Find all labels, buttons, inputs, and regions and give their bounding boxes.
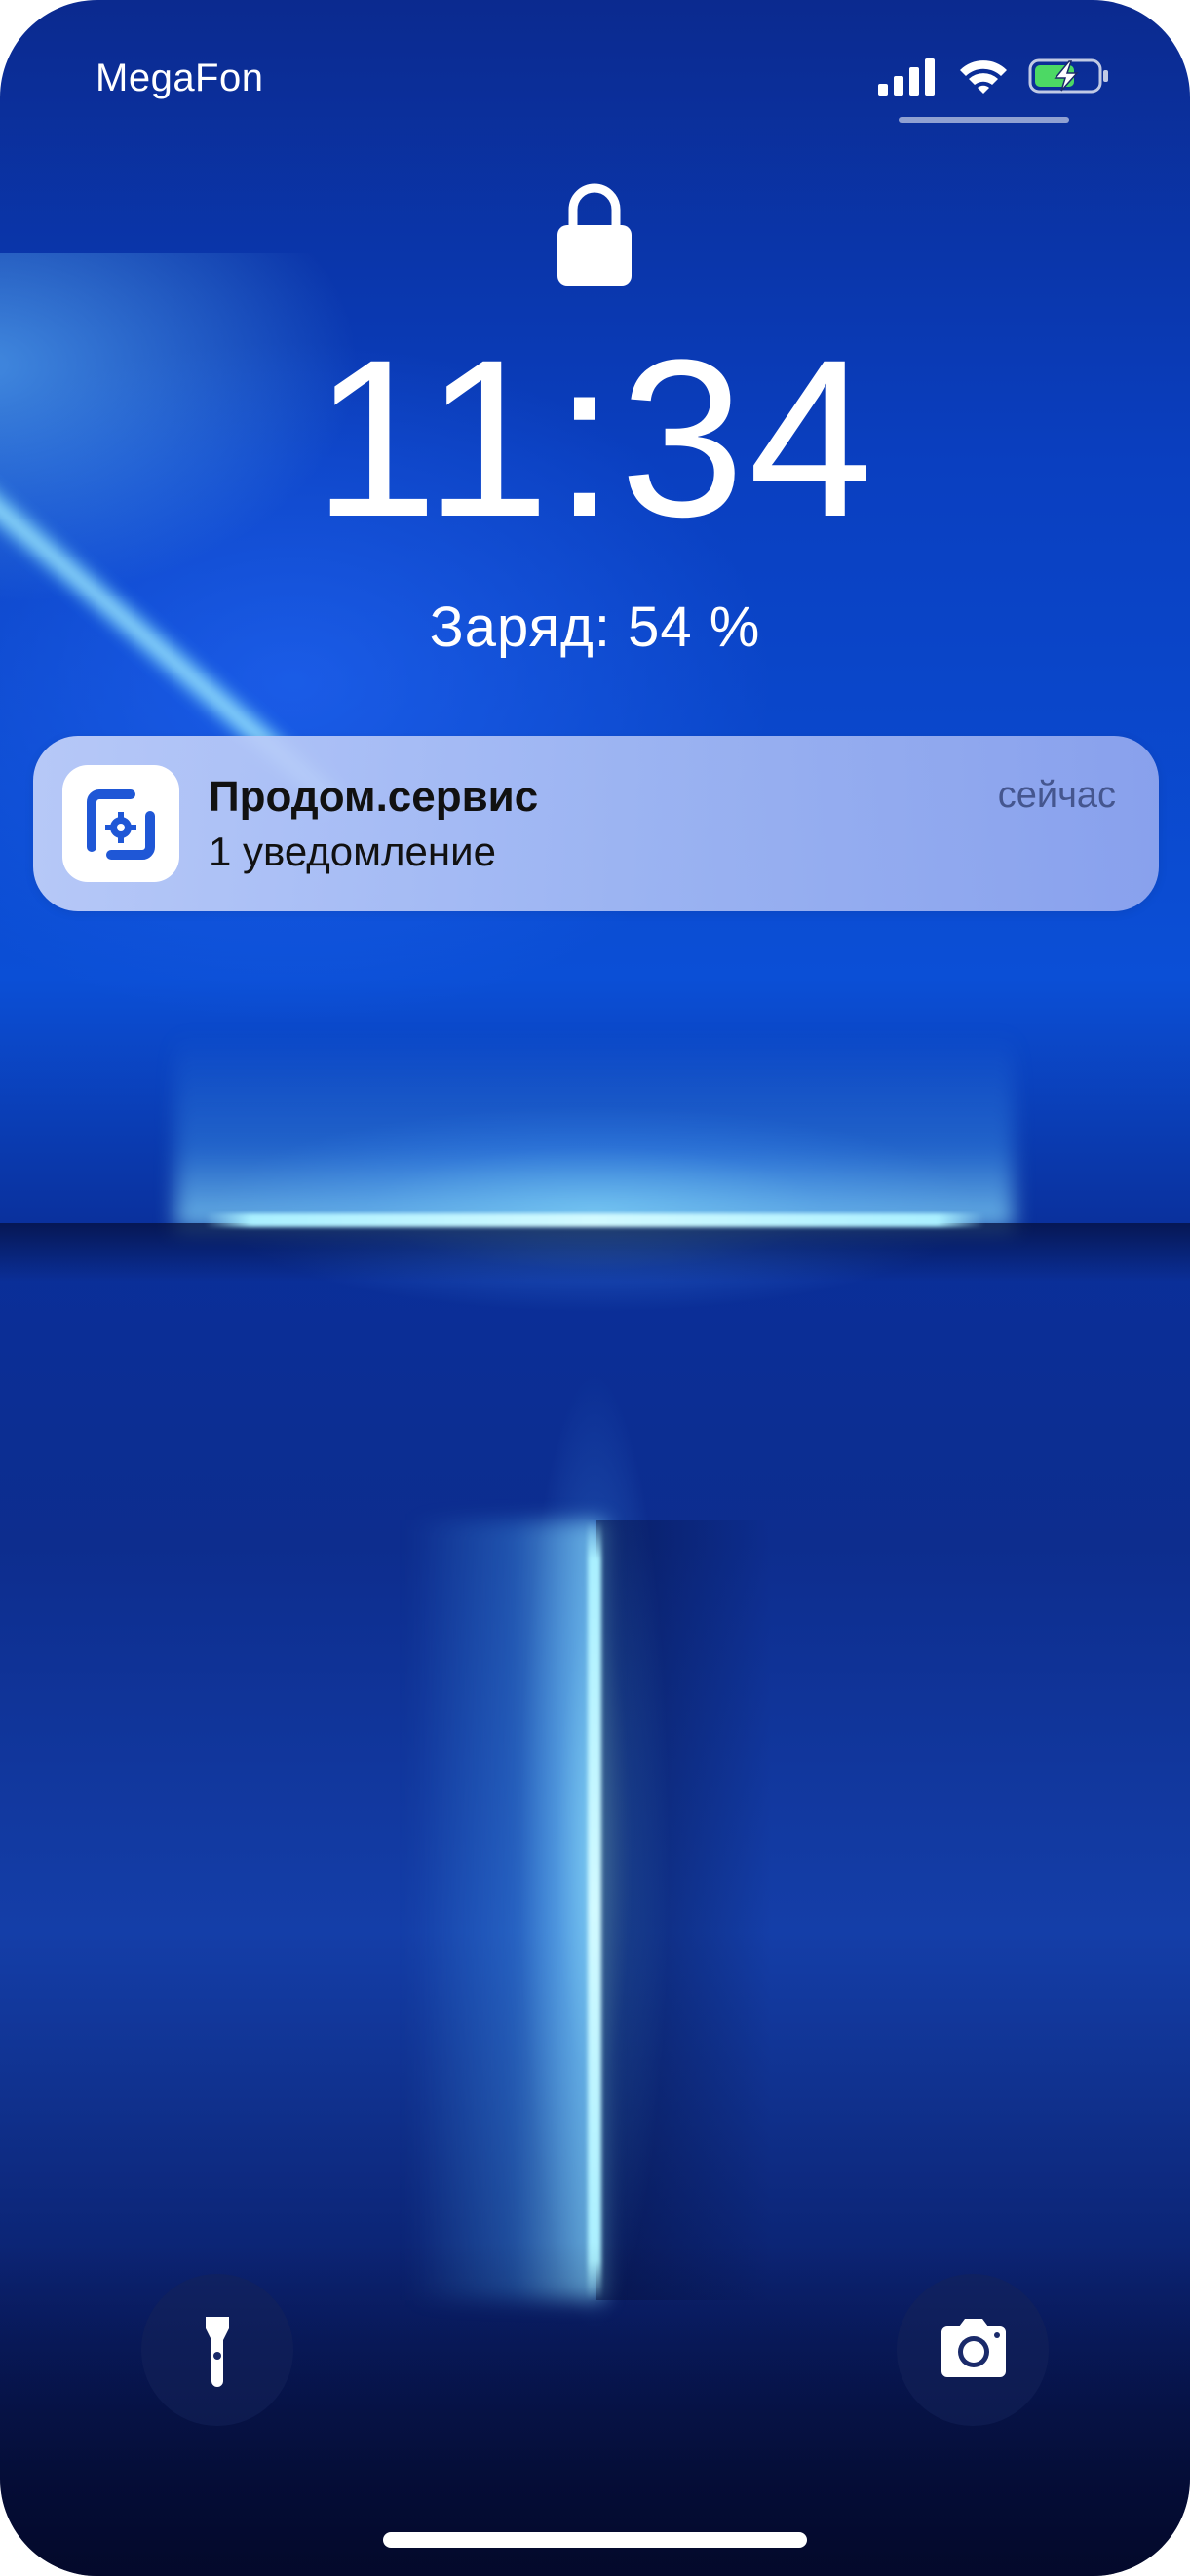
carrier-name: MegaFon [96,57,264,99]
home-indicator[interactable] [383,2532,807,2548]
app-icon [62,765,179,882]
wallpaper-beam-horizontal [205,1213,984,1227]
wallpaper-glow-horizontal [175,1033,1014,1228]
clock-time: 11:34 [313,313,877,563]
battery-charging-icon [1028,58,1108,94]
wifi-icon [960,60,1007,94]
wallpaper-beam-vertical [588,1520,601,2300]
wallpaper-shadow-vertical [596,1520,772,2300]
notification-title: Продом.сервис [209,773,539,821]
wallpaper-shadow-horizontal [0,1223,1190,1282]
flashlight-button[interactable] [141,2274,293,2426]
prodom-service-icon [87,789,155,860]
notification-body: 1 уведомление [209,828,496,874]
notification-card[interactable]: Продом.сервис 1 уведомление сейчас [33,736,1159,911]
camera-button[interactable] [897,2274,1049,2426]
signal-icon [878,58,935,96]
lock-icon [557,183,632,286]
camera-icon [941,2319,1006,2377]
status-icons [878,57,1110,96]
status-indicator-bar [899,117,1069,123]
charge-status: Заряд: 54 % [429,596,761,659]
flashlight-icon [206,2317,229,2387]
notification-time: сейчас [997,775,1116,816]
wallpaper-glow-vertical [409,1520,604,2300]
lock-screen: MegaFon 11:34 Заряд: 54 % Продом.сервис … [0,0,1190,2576]
